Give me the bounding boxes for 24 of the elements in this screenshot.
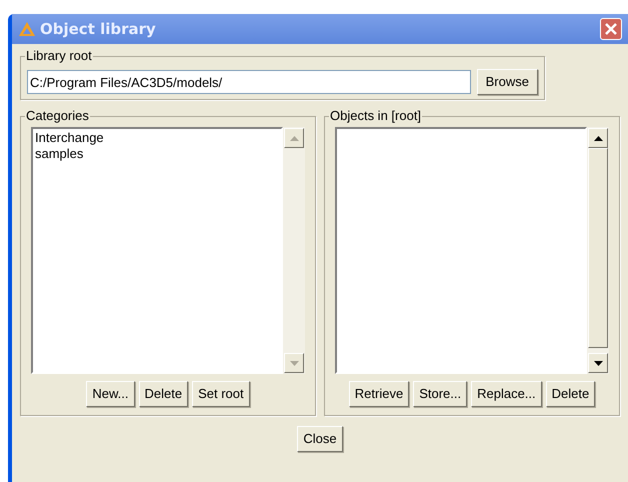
list-item[interactable]: samples — [35, 146, 279, 162]
list-item[interactable]: Interchange — [35, 130, 279, 146]
down-arrow-icon — [290, 360, 298, 366]
up-arrow-icon — [594, 136, 602, 140]
dialog-button[interactable]: Close — [297, 426, 343, 452]
dialog-button[interactable]: Store... — [413, 381, 468, 407]
close-icon[interactable] — [600, 18, 622, 40]
dialog-button[interactable]: Delete — [138, 381, 188, 407]
dialog-button[interactable]: Browse — [476, 69, 538, 95]
scroll-thumb[interactable] — [588, 148, 608, 348]
dialog-button[interactable]: Retrieve — [348, 381, 410, 407]
path-field[interactable]: C:/Program Files/AC3D5/models/ — [27, 70, 471, 94]
down-arrow-icon — [594, 360, 602, 366]
list-box[interactable]: Interchange samples — [31, 127, 283, 374]
window-title: Object library — [40, 18, 156, 40]
scrollbar[interactable] — [587, 127, 609, 374]
up-arrow-icon — [290, 136, 298, 140]
dialog-button[interactable]: Delete — [546, 381, 596, 407]
dialog-button[interactable]: Replace... — [471, 381, 542, 407]
scroll-down-button[interactable] — [588, 353, 608, 373]
dialog-button[interactable]: Set root — [192, 381, 250, 407]
app-logo-icon — [18, 21, 36, 37]
dialog-button[interactable]: New... — [86, 381, 134, 407]
scroll-up-button[interactable] — [588, 128, 608, 148]
